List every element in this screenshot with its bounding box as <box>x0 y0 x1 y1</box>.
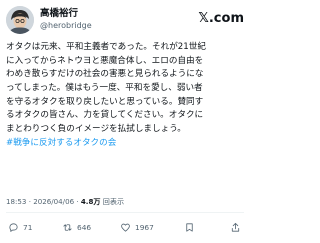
post-text-line: るオタクの皆さん、力を貸してください。オタクに <box>6 110 204 121</box>
bookmark-button[interactable] <box>184 219 195 235</box>
post-text-line: に入ってからネトウヨと悪魔合体し、エロの自由を <box>6 55 204 66</box>
divider <box>6 212 244 213</box>
author-display-name[interactable]: 高橋裕行 <box>40 8 92 20</box>
post-text-line: オタクは元来、平和主義者であった。それが21世紀 <box>6 42 206 52</box>
heart-icon <box>121 223 130 232</box>
post-text-line: ってしまった。僕はもう一度、平和を愛し、弱い者 <box>6 83 203 94</box>
post-text-line: まとわりつく負のイメージを払拭しましょう。 <box>6 124 186 135</box>
bookmark-icon <box>186 222 193 232</box>
repost-icon <box>63 223 72 231</box>
view-count: 4.8万 <box>80 197 101 206</box>
avatar-image <box>6 6 34 34</box>
post-timestamp[interactable]: 18:53 · 2026/04/06 · <box>6 197 81 206</box>
post-header: 高橋裕行 @herobridge 𝕏.com <box>6 6 244 36</box>
x-logo: 𝕏.com <box>198 11 244 26</box>
repost-button[interactable]: 646 <box>62 219 91 235</box>
post-text: オタクは元来、平和主義者であった。それが21世紀 に入ってからネトウヨと悪魔合体… <box>6 41 248 151</box>
avatar[interactable] <box>6 6 34 34</box>
like-count: 1967 <box>135 222 154 232</box>
author-info: 高橋裕行 @herobridge <box>40 8 92 31</box>
reply-count: 71 <box>23 222 33 232</box>
share-button[interactable] <box>230 219 241 235</box>
author-handle[interactable]: @herobridge <box>40 20 92 31</box>
post-text-line: を守るオタクを取り戻したいと思っている。賛同す <box>6 96 204 107</box>
repost-count: 646 <box>77 222 92 232</box>
post-text-line: わめき散らすだけの社会の害悪と見られるようにな <box>6 69 204 80</box>
action-bar: 71 646 1967 <box>6 219 244 235</box>
post-meta: 18:53 · 2026/04/06 · 4.8万 回表示 <box>6 197 246 207</box>
reply-button[interactable]: 71 <box>8 219 32 235</box>
view-count-label: 回表示 <box>102 197 125 206</box>
hashtag-link[interactable]: #戦争に反対するオタクの会 <box>6 137 248 151</box>
reply-icon <box>9 222 18 232</box>
like-button[interactable]: 1967 <box>120 219 154 235</box>
share-icon <box>231 222 240 232</box>
